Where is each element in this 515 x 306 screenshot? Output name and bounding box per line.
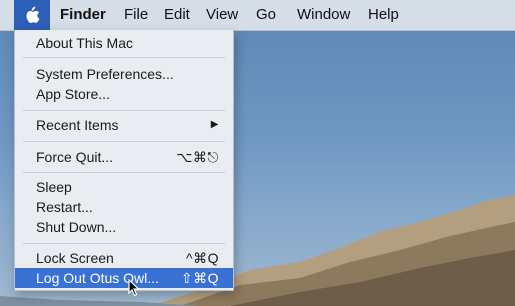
menu-item-label: System Preferences... [36, 66, 174, 82]
menu-item-recent-items[interactable]: Recent Items ▶ [15, 115, 233, 135]
menu-separator [23, 141, 225, 142]
menu-item-label: Recent Items [36, 117, 119, 133]
menu-item-restart[interactable]: Restart... [15, 197, 233, 217]
menu-finder[interactable]: Finder [60, 6, 106, 23]
menu-view[interactable]: View [206, 6, 238, 23]
menu-edit[interactable]: Edit [164, 6, 190, 23]
apple-menu-button[interactable] [14, 0, 50, 30]
menu-item-force-quit[interactable]: Force Quit... ⌥⌘⎋ [15, 147, 233, 167]
menu-item-label: Shut Down... [36, 219, 117, 235]
menu-window[interactable]: Window [297, 6, 350, 23]
menu-item-about[interactable]: About This Mac [15, 33, 233, 53]
menu-item-log-out[interactable]: Log Out Otus Owl... ⇧⌘Q [15, 268, 233, 288]
menu-separator [23, 243, 225, 244]
apple-dropdown-menu: About This Mac System Preferences... App… [14, 30, 234, 291]
menu-item-system-preferences[interactable]: System Preferences... [15, 64, 233, 84]
menu-item-app-store[interactable]: App Store... [15, 84, 233, 104]
menu-item-label: Force Quit... [36, 149, 114, 165]
menu-separator [23, 172, 225, 173]
menu-item-lock-screen[interactable]: Lock Screen ^⌘Q [15, 248, 233, 268]
menu-item-label: Restart... [36, 199, 93, 215]
menu-help[interactable]: Help [368, 6, 399, 23]
menu-separator [23, 57, 225, 58]
apple-logo-icon [26, 6, 40, 23]
menu-item-sleep[interactable]: Sleep [15, 177, 233, 197]
menu-go[interactable]: Go [256, 6, 276, 23]
menu-item-label: Log Out Otus Owl... [36, 270, 159, 286]
menu-item-label: App Store... [36, 86, 110, 102]
menu-separator [23, 110, 225, 111]
menu-item-label: About This Mac [36, 35, 134, 51]
menu-item-label: Lock Screen [36, 250, 114, 266]
menu-item-label: Sleep [36, 179, 72, 195]
force-quit-shortcut: ⌥⌘⎋ [176, 149, 219, 165]
submenu-arrow-icon: ▶ [210, 119, 219, 130]
log-out-shortcut: ⇧⌘Q [180, 270, 219, 286]
menu-bar: Finder File Edit View Go Window Help [0, 0, 515, 31]
mouse-pointer-icon [128, 278, 141, 302]
menu-file[interactable]: File [124, 6, 148, 23]
menu-item-shut-down[interactable]: Shut Down... [15, 217, 233, 237]
lock-screen-shortcut: ^⌘Q [186, 250, 219, 266]
